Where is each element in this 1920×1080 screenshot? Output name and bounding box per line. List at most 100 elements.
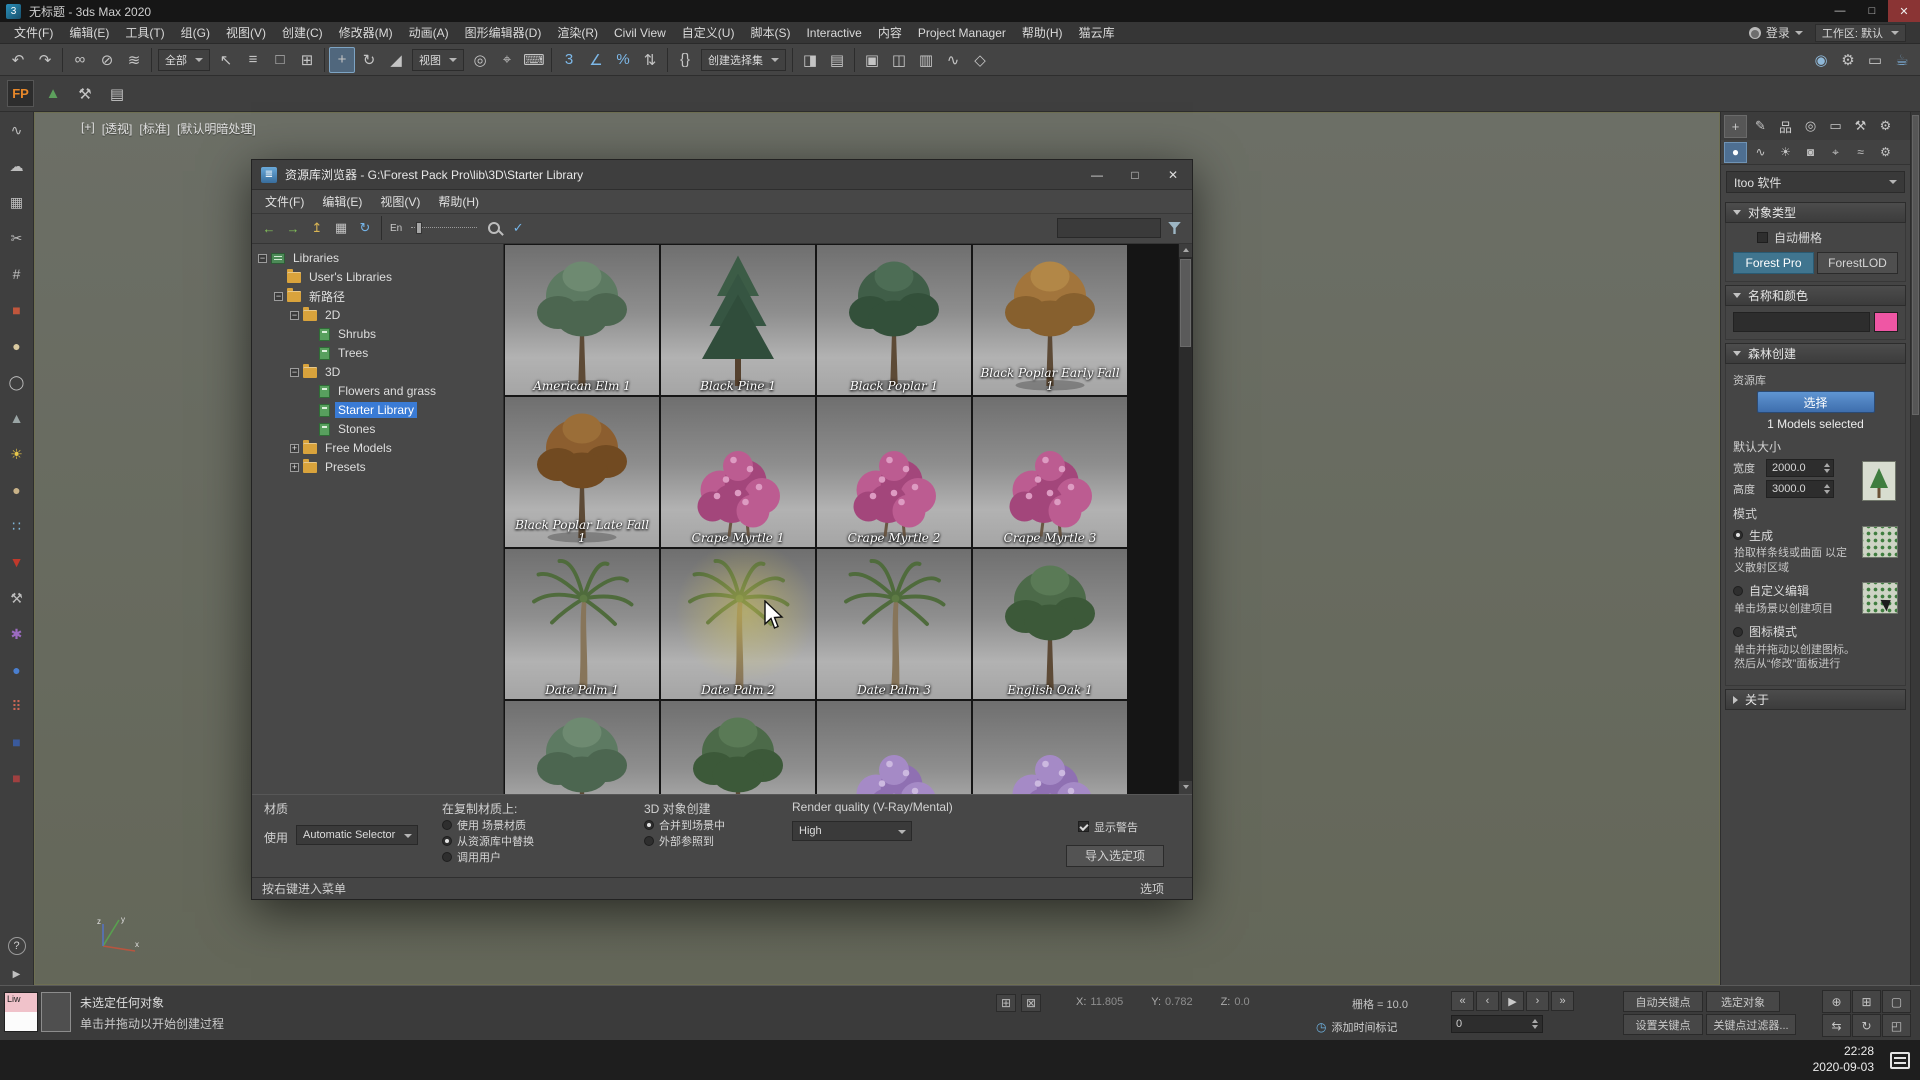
spin-down-icon[interactable] bbox=[1824, 469, 1830, 473]
maximize-viewport-icon[interactable]: ◰ bbox=[1882, 1014, 1911, 1037]
menu-item[interactable]: Interactive bbox=[798, 24, 869, 42]
tree-item[interactable]: −2D bbox=[252, 306, 503, 325]
spinner-arrows[interactable] bbox=[1824, 484, 1830, 494]
forest-pro-button[interactable]: Forest Pro bbox=[1733, 252, 1814, 274]
tree-item[interactable]: Starter Library bbox=[252, 401, 503, 420]
z-coordinate[interactable]: Z:0.0 bbox=[1221, 996, 1250, 1008]
library-thumbnail[interactable]: Crape Myrtle 1 bbox=[661, 397, 815, 547]
render-setup-icon[interactable]: ⚙ bbox=[1835, 47, 1861, 73]
dialog-maximize-button[interactable]: □ bbox=[1116, 160, 1154, 190]
category-geometry-icon[interactable]: ● bbox=[1724, 142, 1747, 163]
tree-expander-icon[interactable]: + bbox=[290, 463, 299, 472]
back-icon[interactable]: ← bbox=[258, 217, 280, 239]
key-filters-button[interactable]: 关键点过滤器... bbox=[1706, 1014, 1796, 1035]
cloud-tool-icon[interactable]: ☁ bbox=[4, 153, 30, 179]
tab-hierarchy[interactable]: 品 bbox=[1774, 115, 1797, 138]
auto-key-button[interactable]: 自动关键点 bbox=[1623, 991, 1703, 1012]
layer-manager-icon[interactable]: ◫ bbox=[886, 47, 912, 73]
library-thumbnail[interactable]: American Elm 1 bbox=[505, 245, 659, 395]
library-thumbnail[interactable] bbox=[817, 701, 971, 794]
y-coordinate[interactable]: Y:0.782 bbox=[1151, 996, 1192, 1008]
name-color-rollout-header[interactable]: 名称和颜色 bbox=[1725, 285, 1906, 306]
help-icon[interactable]: ? bbox=[8, 937, 26, 955]
mode-option[interactable]: 生成 bbox=[1733, 526, 1856, 544]
scroll-up-icon[interactable] bbox=[1179, 244, 1192, 257]
spin-up-icon[interactable] bbox=[1824, 484, 1830, 488]
up-one-level-icon[interactable]: ↥ bbox=[306, 217, 328, 239]
tab-modify[interactable]: ✎ bbox=[1749, 115, 1772, 138]
dialog-close-button[interactable]: ✕ bbox=[1154, 160, 1192, 190]
dialog-menu-item[interactable]: 帮助(H) bbox=[429, 190, 488, 213]
maxscript-mini-listener[interactable]: Liw bbox=[4, 992, 38, 1032]
select-by-name-icon[interactable]: ≡ bbox=[240, 47, 266, 73]
forest-pack-logo-icon[interactable]: FP bbox=[7, 80, 34, 107]
reference-coordinate-dropdown[interactable]: 视图 bbox=[412, 49, 464, 71]
category-lights-icon[interactable]: ☀ bbox=[1774, 142, 1797, 163]
schematic-view-icon[interactable]: ◇ bbox=[967, 47, 993, 73]
menu-item[interactable]: 动画(A) bbox=[401, 22, 457, 43]
maximize-button[interactable]: □ bbox=[1856, 0, 1888, 22]
library-thumbnail[interactable] bbox=[973, 701, 1127, 794]
show-names-icon[interactable]: ✓ bbox=[507, 217, 529, 239]
object-color-swatch[interactable] bbox=[1874, 312, 1898, 332]
library-select-button[interactable]: 选择 bbox=[1757, 391, 1875, 413]
menu-item[interactable]: 视图(V) bbox=[218, 22, 274, 43]
spline-tool-icon[interactable]: ∿ bbox=[4, 117, 30, 143]
grid-tool-icon[interactable]: ▦ bbox=[4, 189, 30, 215]
tree-item[interactable]: −3D bbox=[252, 363, 503, 382]
snaps-toggle-icon[interactable]: 3 bbox=[556, 47, 582, 73]
tree-item[interactable]: Stones bbox=[252, 420, 503, 439]
object-name-input[interactable] bbox=[1733, 312, 1870, 332]
library-thumbnail[interactable]: Black Poplar Late Fall 1 bbox=[505, 397, 659, 547]
menu-item[interactable]: 工具(T) bbox=[117, 22, 172, 43]
multi-dots-icon[interactable]: ⠿ bbox=[4, 693, 30, 719]
menu-item[interactable]: 内容 bbox=[870, 22, 910, 43]
selection-lock-icon[interactable]: ⊠ bbox=[1021, 994, 1041, 1012]
dialog-minimize-button[interactable]: — bbox=[1078, 160, 1116, 190]
tree-expander-icon[interactable]: + bbox=[290, 444, 299, 453]
spinner-snap-icon[interactable]: ⇅ bbox=[637, 47, 663, 73]
menu-item[interactable]: 编辑(E) bbox=[61, 22, 117, 43]
viewport-label-item[interactable]: [标准] bbox=[139, 120, 170, 137]
particles-icon[interactable]: ∷ bbox=[4, 513, 30, 539]
ribbon-toggle-icon[interactable]: ▥ bbox=[913, 47, 939, 73]
add-time-tag[interactable]: ◷ 添加时间标记 bbox=[1316, 1019, 1397, 1035]
category-systems-icon[interactable]: ⚙ bbox=[1874, 142, 1897, 163]
tab-create[interactable]: + bbox=[1724, 115, 1747, 138]
close-button[interactable]: ✕ bbox=[1888, 0, 1920, 22]
blue-sphere-icon[interactable]: ● bbox=[4, 657, 30, 683]
about-rollout-header[interactable]: 关于 bbox=[1725, 689, 1906, 710]
dialog-options-link[interactable]: 选项 bbox=[1140, 880, 1182, 897]
menu-item[interactable]: 自定义(U) bbox=[674, 22, 743, 43]
plugin-category-dropdown[interactable]: Itoo 软件 bbox=[1726, 171, 1905, 193]
dialog-titlebar[interactable]: ≣ 资源库浏览器 - G:\Forest Pack Pro\lib\3D\Sta… bbox=[252, 160, 1192, 190]
menu-item[interactable]: Project Manager bbox=[910, 24, 1014, 42]
lattice-tool-icon[interactable]: # bbox=[4, 261, 30, 287]
rendered-frame-window-icon[interactable]: ▭ bbox=[1862, 47, 1888, 73]
render-quality-dropdown[interactable]: High bbox=[792, 821, 912, 841]
dialog-menu-item[interactable]: 视图(V) bbox=[371, 190, 429, 213]
forest-list-icon[interactable]: ▤ bbox=[104, 81, 130, 107]
material-selector-dropdown[interactable]: Automatic Selector bbox=[296, 825, 418, 845]
spinner-arrows[interactable] bbox=[1532, 1019, 1538, 1029]
tab-motion[interactable]: ◎ bbox=[1799, 115, 1822, 138]
library-thumbnail[interactable]: English Oak 1 bbox=[973, 549, 1127, 699]
dome-icon[interactable]: ● bbox=[4, 477, 30, 503]
next-frame-button[interactable]: › bbox=[1526, 991, 1549, 1011]
scrollbar-thumb[interactable] bbox=[1180, 259, 1191, 347]
dialog-menu-item[interactable]: 文件(F) bbox=[256, 190, 313, 213]
redo-icon[interactable]: ↷ bbox=[32, 47, 58, 73]
tree-expander-icon[interactable]: − bbox=[290, 311, 299, 320]
menu-item[interactable]: 组(G) bbox=[173, 22, 218, 43]
window-crossing-icon[interactable]: ⊞ bbox=[294, 47, 320, 73]
undo-icon[interactable]: ↶ bbox=[5, 47, 31, 73]
rectangular-selection-region-icon[interactable]: □ bbox=[267, 47, 293, 73]
x-coordinate[interactable]: X:11.805 bbox=[1076, 996, 1123, 1008]
pan-icon[interactable]: ⇆ bbox=[1822, 1014, 1851, 1037]
select-object-icon[interactable]: ↖ bbox=[213, 47, 239, 73]
search-icon[interactable] bbox=[488, 222, 500, 234]
cut-tool-icon[interactable]: ✂ bbox=[4, 225, 30, 251]
panel-settings-icon[interactable]: ⚙ bbox=[1874, 115, 1897, 138]
select-and-rotate-icon[interactable]: ↻ bbox=[356, 47, 382, 73]
tree-item[interactable]: Shrubs bbox=[252, 325, 503, 344]
